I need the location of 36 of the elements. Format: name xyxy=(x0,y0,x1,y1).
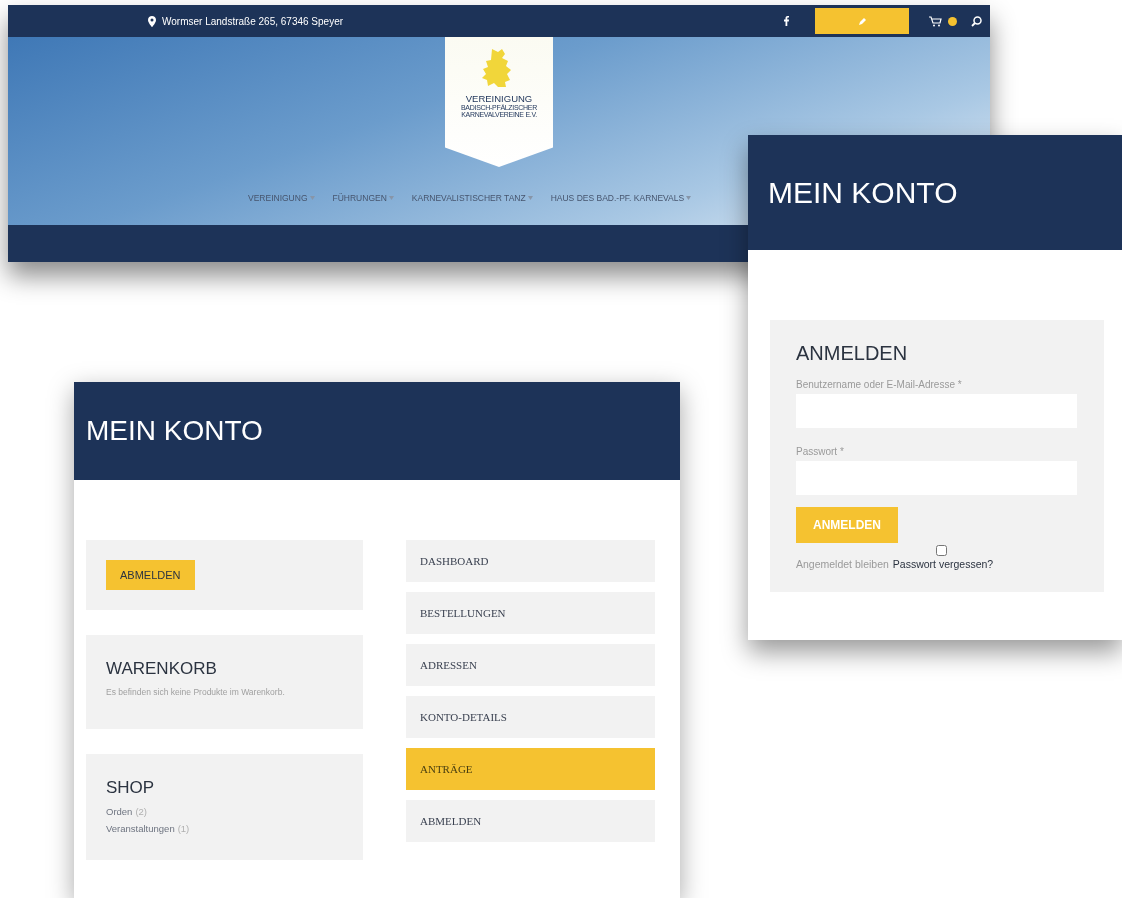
address-text: Wormser Landstraße 265, 67346 Speyer xyxy=(162,15,344,27)
location-pin-icon xyxy=(148,15,156,27)
account-menu-item[interactable]: BESTELLUNGEN xyxy=(406,592,655,634)
pencil-icon xyxy=(857,16,867,26)
shop-category-link[interactable]: Veranstaltungen xyxy=(106,822,175,834)
search-icon[interactable] xyxy=(971,15,982,27)
forgot-password-link[interactable]: Passwort vergessen? xyxy=(892,558,994,570)
account-menu-item[interactable]: ABMELDEN xyxy=(406,800,655,842)
shop-category-link[interactable]: Orden xyxy=(106,805,133,817)
account-menu-item[interactable]: ANTRÄGE xyxy=(406,748,655,790)
page-title: MEIN KONTO xyxy=(86,415,263,447)
page-title: MEIN KONTO xyxy=(768,175,958,210)
remember-checkbox[interactable] xyxy=(936,545,947,556)
nav-link[interactable]: HAUS DES BAD.-PF. KARNEVALS xyxy=(546,191,696,205)
empty-cart-text: Es befinden sich keine Produkte im Warenkorb. xyxy=(106,687,286,699)
account-menu-item[interactable]: DASHBOARD xyxy=(406,540,655,582)
caret-icon xyxy=(309,196,315,200)
logout-button[interactable]: ABMELDEN xyxy=(106,560,195,590)
item-count: (2) xyxy=(135,805,148,817)
caret-icon xyxy=(686,196,692,200)
cart-heading: WARENKORB xyxy=(106,659,218,679)
nav-link[interactable]: KARNEVALISTISCHER TANZ xyxy=(407,191,537,205)
login-heading: ANMELDEN xyxy=(796,342,909,365)
account-menu-item[interactable]: KONTO-DETAILS xyxy=(406,696,655,738)
remember-label: Angemeldet bleiben xyxy=(796,558,889,570)
item-count: (1) xyxy=(177,822,190,834)
account-menu-item[interactable]: ADRESSEN xyxy=(406,644,655,686)
logo-text: VEREINIGUNG xyxy=(465,93,533,104)
cart-icon[interactable] xyxy=(929,15,942,27)
caret-icon xyxy=(388,196,394,200)
caret-icon xyxy=(527,196,533,200)
shop-heading: SHOP xyxy=(106,777,156,798)
facebook-icon[interactable] xyxy=(784,16,789,26)
field-label: Benutzername oder E-Mail-Adresse * xyxy=(796,379,963,390)
field-label: Passwort * xyxy=(796,446,845,457)
cart-count-dot-icon xyxy=(948,16,957,26)
